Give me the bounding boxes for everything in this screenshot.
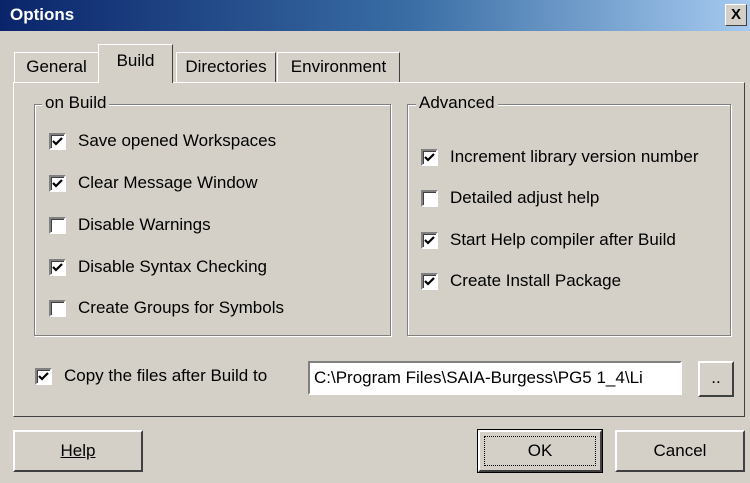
checkbox-box — [49, 175, 66, 192]
increment-version-label: Increment library version number — [450, 147, 699, 166]
on-build-group: on Build Save opened Workspaces Clear Me… — [34, 93, 391, 336]
tab-directories-label: Directories — [185, 57, 267, 76]
start-help-compiler-label: Start Help compiler after Build — [450, 230, 676, 249]
tab-general[interactable]: General — [14, 52, 99, 82]
create-install-package-label: Create Install Package — [450, 271, 622, 290]
copy-destination-path-field[interactable]: C:\Program Files\SAIA-Burgess\PG5 1_4\Li — [308, 361, 682, 395]
detailed-adjust-help-label: Detailed adjust help — [450, 188, 600, 207]
focus-rectangle — [484, 436, 596, 466]
help-button-label: Help — [60, 441, 96, 460]
disable-syntax-checking-label: Disable Syntax Checking — [78, 257, 267, 276]
checkbox-box — [49, 300, 66, 317]
browse-button[interactable]: .. — [698, 361, 734, 397]
cancel-button-label: Cancel — [653, 441, 707, 460]
tab-directories[interactable]: Directories — [176, 52, 276, 82]
checkbox-box — [49, 133, 66, 150]
create-groups-label: Create Groups for Symbols — [78, 298, 284, 317]
advanced-group: Advanced Increment library version numbe… — [407, 93, 731, 336]
checkbox-box — [49, 217, 66, 234]
checkbox-box — [49, 259, 66, 276]
close-icon: X — [730, 6, 741, 23]
checkbox-box — [421, 149, 438, 166]
on-build-group-label: on Build — [42, 93, 110, 113]
checkbox-box — [421, 190, 438, 207]
save-workspaces-label: Save opened Workspaces — [78, 131, 277, 150]
checkbox-box — [421, 232, 438, 249]
close-button[interactable]: X — [725, 4, 747, 26]
copy-files-label: Copy the files after Build to — [64, 366, 268, 385]
help-button[interactable]: Help — [13, 430, 143, 472]
disable-warnings-label: Disable Warnings — [78, 215, 211, 234]
clear-message-window-label: Clear Message Window — [78, 173, 258, 192]
tab-environment[interactable]: Environment — [277, 52, 400, 82]
cancel-button[interactable]: Cancel — [615, 430, 745, 472]
checkbox-box — [421, 273, 438, 290]
tab-build-label: Build — [116, 51, 155, 70]
window-title: Options — [10, 5, 75, 24]
tab-build[interactable]: Build — [98, 44, 173, 83]
tab-environment-label: Environment — [290, 57, 387, 76]
ok-button[interactable]: OK — [477, 429, 603, 473]
title-bar: Options X — [0, 0, 750, 31]
tab-general-label: General — [26, 57, 87, 76]
advanced-group-label: Advanced — [416, 93, 498, 113]
checkbox-box — [35, 368, 52, 385]
